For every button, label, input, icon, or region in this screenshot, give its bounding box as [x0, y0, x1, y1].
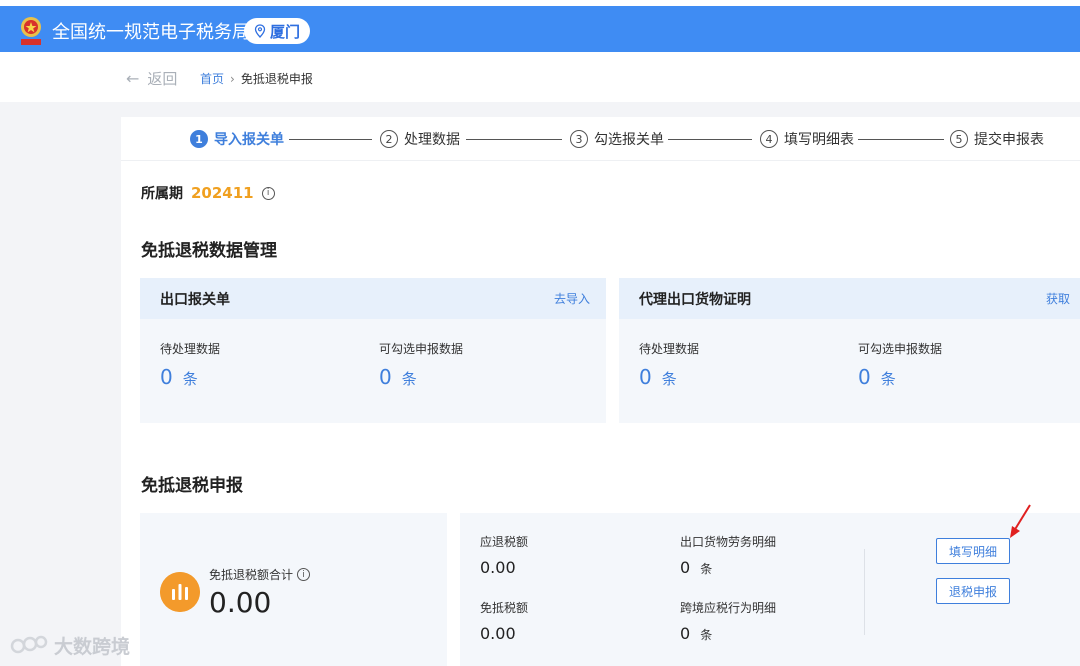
- step-number: 5: [950, 130, 968, 148]
- selectable-data-stat: 可勾选申报数据 0 条: [379, 340, 463, 389]
- goods-detail-unit: 条: [700, 562, 713, 576]
- navigation-bar: ← 返回 首页 › 免抵退税申报: [0, 52, 1080, 102]
- exempt-amount-value: 0.00: [480, 624, 516, 643]
- refund-total-card: 免抵退税额合计 i 0.00: [140, 513, 447, 666]
- city-selector[interactable]: 厦门: [244, 18, 311, 44]
- card-title: 代理出口货物证明: [639, 291, 751, 308]
- step-label: 勾选报关单: [594, 132, 664, 148]
- breadcrumb-separator: ›: [230, 71, 235, 86]
- import-link[interactable]: 去导入: [554, 290, 590, 307]
- location-pin-icon: [254, 24, 266, 38]
- step-number: 4: [760, 130, 778, 148]
- main-panel: 1 导入报关单 2 处理数据 3 勾选报关单 4 填写明细表 5 提交申报表 所…: [121, 117, 1080, 666]
- goods-detail-value: 0条: [680, 558, 712, 577]
- total-value: 0.00: [209, 586, 272, 619]
- refund-detail-card: 应退税额 0.00 免抵税额 0.00 出口货物劳务明细 0条 跨境应税行为明细…: [460, 513, 1080, 666]
- step-4: 4 填写明细表: [760, 129, 854, 149]
- step-connector: [668, 139, 752, 140]
- pending-data-stat: 待处理数据 0 条: [639, 340, 699, 389]
- stat-unit: 条: [401, 370, 417, 388]
- stat-label: 待处理数据: [639, 342, 700, 356]
- bar-chart-icon: [160, 572, 200, 612]
- crossborder-detail-count[interactable]: 0: [680, 624, 690, 643]
- step-label: 填写明细表: [784, 132, 854, 148]
- progress-steps: 1 导入报关单 2 处理数据 3 勾选报关单 4 填写明细表 5 提交申报表: [121, 117, 1080, 161]
- breadcrumb-current: 免抵退税申报: [240, 72, 313, 86]
- refund-amount-label: 应退税额: [480, 535, 529, 549]
- card-header: 出口报关单 去导入: [140, 278, 606, 319]
- breadcrumb: 首页 › 免抵退税申报: [200, 70, 313, 87]
- tax-emblem-icon: [21, 17, 41, 45]
- stat-unit: 条: [182, 370, 198, 388]
- period-value: 202411: [191, 184, 254, 202]
- watermark: 大数跨境: [8, 632, 130, 659]
- step-label: 处理数据: [404, 132, 460, 148]
- step-5: 5 提交申报表: [950, 129, 1044, 149]
- stat-label: 可勾选申报数据: [858, 342, 943, 356]
- step-number: 3: [570, 130, 588, 148]
- stat-label: 待处理数据: [160, 342, 221, 356]
- info-icon[interactable]: i: [297, 568, 311, 581]
- goods-detail-count[interactable]: 0: [680, 558, 690, 577]
- refund-amount-value: 0.00: [480, 558, 516, 577]
- stat-value[interactable]: 0: [639, 365, 652, 389]
- step-number: 1: [190, 130, 208, 148]
- step-connector: [289, 139, 372, 140]
- step-connector: [858, 139, 944, 140]
- step-2: 2 处理数据: [380, 129, 460, 149]
- back-label: 返回: [147, 70, 178, 88]
- step-3: 3 勾选报关单: [570, 129, 664, 149]
- annotation-arrow-icon: [1010, 504, 1031, 538]
- crossborder-detail-unit: 条: [700, 628, 713, 642]
- stat-value[interactable]: 0: [160, 365, 173, 389]
- declaration-title: 免抵退税申报: [141, 476, 243, 496]
- step-connector: [466, 139, 562, 140]
- top-header: 全国统一规范电子税务局 厦门: [0, 0, 1080, 52]
- refund-declare-button[interactable]: 退税申报: [936, 578, 1010, 604]
- back-button[interactable]: ← 返回: [126, 68, 177, 89]
- watermark-text: 大数跨境: [54, 636, 131, 658]
- watermark-logo-icon: [10, 635, 48, 653]
- info-icon[interactable]: i: [261, 186, 275, 200]
- data-management-title: 免抵退税数据管理: [141, 241, 277, 261]
- step-label: 导入报关单: [214, 132, 284, 148]
- card-header: 代理出口货物证明 获取: [619, 278, 1080, 319]
- stat-unit: 条: [880, 370, 896, 388]
- stat-value[interactable]: 0: [379, 365, 392, 389]
- app-title: 全国统一规范电子税务局: [52, 22, 250, 43]
- total-label-text: 免抵退税额合计: [209, 568, 294, 582]
- step-number: 2: [380, 130, 398, 148]
- customs-declaration-card: 出口报关单 去导入 待处理数据 0 条 可勾选申报数据 0 条: [140, 278, 606, 423]
- tax-period: 所属期 202411 i: [141, 183, 275, 203]
- total-label: 免抵退税额合计 i: [209, 566, 311, 583]
- breadcrumb-home-link[interactable]: 首页: [200, 70, 224, 87]
- fill-details-button[interactable]: 填写明细: [936, 538, 1010, 564]
- goods-detail-label: 出口货物劳务明细: [680, 535, 777, 549]
- exempt-amount-label: 免抵税额: [480, 601, 529, 615]
- city-name: 厦门: [270, 22, 301, 41]
- stat-value[interactable]: 0: [858, 365, 871, 389]
- card-title: 出口报关单: [160, 291, 230, 308]
- period-label: 所属期: [141, 186, 183, 202]
- arrow-left-icon: ←: [126, 69, 140, 88]
- divider: [864, 549, 865, 635]
- pending-data-stat: 待处理数据 0 条: [160, 340, 220, 389]
- stat-label: 可勾选申报数据: [379, 342, 464, 356]
- crossborder-detail-value: 0条: [680, 624, 712, 643]
- stat-unit: 条: [661, 370, 677, 388]
- step-label: 提交申报表: [974, 132, 1044, 148]
- selectable-data-stat: 可勾选申报数据 0 条: [858, 340, 942, 389]
- fetch-link[interactable]: 获取: [1046, 290, 1070, 307]
- crossborder-detail-label: 跨境应税行为明细: [680, 601, 777, 615]
- agency-export-card: 代理出口货物证明 获取 待处理数据 0 条 可勾选申报数据 0 条: [619, 278, 1080, 423]
- step-1: 1 导入报关单: [190, 129, 284, 149]
